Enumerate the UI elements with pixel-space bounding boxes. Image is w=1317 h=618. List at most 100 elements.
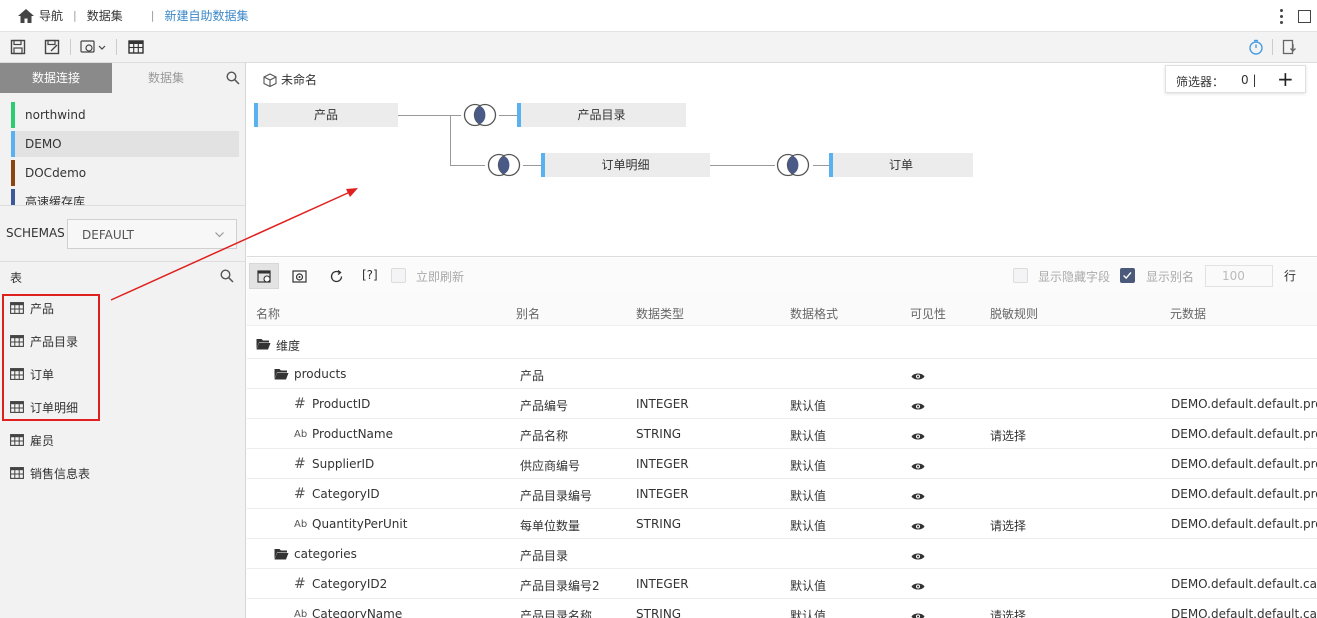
eye-icon[interactable] bbox=[911, 550, 925, 560]
search-icon[interactable] bbox=[226, 71, 240, 85]
breadcrumb-dataset[interactable]: 数据集 bbox=[87, 7, 123, 24]
field-masking[interactable]: 请选择 bbox=[990, 607, 1026, 618]
field-format[interactable]: 默认值 bbox=[790, 427, 826, 444]
field-metadata: DEMO.default.default.cat bbox=[1171, 577, 1317, 591]
field-row[interactable]: Ab QuantityPerUnit 每单位数量 STRING 默认值 请选择 DEMO.d… bbox=[247, 509, 1317, 539]
export-icon[interactable] bbox=[1282, 39, 1298, 55]
field-type: STRING bbox=[636, 427, 682, 441]
inner-join-icon[interactable] bbox=[486, 153, 522, 177]
more-menu-icon[interactable] bbox=[1274, 7, 1288, 25]
field-row[interactable]: # CategoryID 产品目录编号 INTEGER 默认值 DEMO.default.… bbox=[247, 479, 1317, 509]
field-format[interactable]: 默认值 bbox=[790, 397, 826, 414]
inner-join-icon[interactable] bbox=[462, 103, 498, 127]
field-alias[interactable]: 产品目录编号 bbox=[520, 487, 592, 504]
tab-data-connection[interactable]: 数据连接 bbox=[0, 63, 112, 93]
node-label: 订单 bbox=[888, 158, 913, 172]
field-type: STRING bbox=[636, 517, 682, 531]
field-alias[interactable]: 供应商编号 bbox=[520, 457, 580, 474]
field-format[interactable]: 默认值 bbox=[790, 607, 826, 618]
string-type-icon: Ab bbox=[294, 429, 308, 440]
join-node-order-details[interactable]: 订单明细 bbox=[541, 153, 710, 177]
field-edit-icon bbox=[256, 269, 271, 283]
eye-icon[interactable] bbox=[911, 580, 925, 590]
table-group-row[interactable]: products 产品 bbox=[247, 359, 1317, 389]
toolbar-divider bbox=[1272, 39, 1273, 55]
node-label: 产品 bbox=[313, 108, 338, 122]
connection-item[interactable]: northwind bbox=[11, 102, 239, 128]
table-icon bbox=[10, 434, 24, 446]
timer-icon[interactable] bbox=[1248, 39, 1264, 55]
field-masking[interactable]: 请选择 bbox=[990, 517, 1026, 534]
field-row[interactable]: Ab CategoryName 产品目录名称 STRING 默认值 请选择 DEMO.def… bbox=[247, 599, 1317, 618]
field-type: INTEGER bbox=[636, 577, 689, 591]
connection-item[interactable]: 高速缓存库 bbox=[11, 189, 239, 205]
field-alias[interactable]: 产品编号 bbox=[520, 397, 568, 414]
field-type: INTEGER bbox=[636, 487, 689, 501]
field-alias[interactable]: 产品目录名称 bbox=[520, 607, 592, 618]
connection-item[interactable]: DOCdemo bbox=[11, 160, 239, 186]
table-name: products bbox=[294, 367, 347, 381]
field-format[interactable]: 默认值 bbox=[790, 577, 826, 594]
settings-dropdown-icon[interactable] bbox=[80, 39, 108, 55]
window-maximize-icon[interactable] bbox=[1298, 9, 1311, 23]
show-alias-checkbox[interactable] bbox=[1120, 268, 1135, 283]
field-format[interactable]: 默认值 bbox=[790, 487, 826, 504]
field-edit-button[interactable] bbox=[249, 263, 279, 289]
eye-icon[interactable] bbox=[911, 490, 925, 500]
field-row[interactable]: # CategoryID2 产品目录编号2 INTEGER 默认值 DEMO.defaul… bbox=[247, 569, 1317, 599]
field-alias[interactable]: 产品目录 bbox=[520, 547, 568, 564]
field-type: INTEGER bbox=[636, 457, 689, 471]
home-link[interactable]: 导航 bbox=[18, 7, 63, 24]
field-row[interactable]: Ab ProductName 产品名称 STRING 默认值 请选择 DEMO.defaul… bbox=[247, 419, 1317, 449]
table-view-icon[interactable] bbox=[128, 39, 144, 55]
table-search-icon[interactable] bbox=[220, 269, 234, 283]
field-format[interactable]: 默认值 bbox=[790, 517, 826, 534]
eye-icon[interactable] bbox=[911, 400, 925, 410]
checkmark-icon bbox=[1123, 272, 1132, 280]
add-filter-button[interactable]: + bbox=[1277, 69, 1294, 89]
table-item[interactable]: 销售信息表 bbox=[10, 463, 90, 483]
field-alias[interactable]: 产品名称 bbox=[520, 427, 568, 444]
eye-icon[interactable] bbox=[911, 430, 925, 440]
join-line bbox=[710, 165, 775, 166]
save-as-icon[interactable] bbox=[44, 39, 60, 55]
join-node-orders[interactable]: 订单 bbox=[829, 153, 973, 177]
field-row[interactable]: # ProductID 产品编号 INTEGER 默认值 DEMO.default.def… bbox=[247, 389, 1317, 419]
eye-icon[interactable] bbox=[911, 370, 925, 380]
refresh-button[interactable] bbox=[321, 263, 351, 289]
schemas-select[interactable]: DEFAULT bbox=[67, 219, 237, 249]
field-format[interactable]: 默认值 bbox=[790, 457, 826, 474]
save-icon[interactable] bbox=[10, 39, 26, 55]
auto-refresh-checkbox[interactable] bbox=[391, 268, 406, 283]
preview-button[interactable] bbox=[284, 263, 314, 289]
eye-icon[interactable] bbox=[911, 460, 925, 470]
sql-button[interactable]: [?] bbox=[362, 268, 378, 282]
table-item[interactable]: 雇员 bbox=[10, 430, 54, 450]
home-icon bbox=[18, 8, 34, 23]
field-name: CategoryName bbox=[312, 607, 403, 618]
field-alias[interactable]: 每单位数量 bbox=[520, 517, 580, 534]
connection-item-selected[interactable]: DEMO bbox=[11, 131, 239, 157]
field-name: SupplierID bbox=[312, 457, 375, 471]
inner-join-icon[interactable] bbox=[775, 153, 811, 177]
join-node-categories[interactable]: 产品目录 bbox=[517, 103, 686, 127]
field-metadata: DEMO.default.default.pro bbox=[1171, 487, 1317, 501]
show-hidden-checkbox[interactable] bbox=[1013, 268, 1028, 283]
node-accent-bar bbox=[517, 103, 521, 127]
field-row[interactable]: # SupplierID 供应商编号 INTEGER 默认值 DEMO.default.d… bbox=[247, 449, 1317, 479]
eye-icon[interactable] bbox=[911, 520, 925, 530]
field-alias[interactable]: 产品 bbox=[520, 367, 544, 384]
row-count-input[interactable]: 100 bbox=[1205, 265, 1273, 287]
join-node-products[interactable]: 产品 bbox=[254, 103, 398, 127]
join-line bbox=[523, 165, 541, 166]
field-metadata: DEMO.default.default.cat bbox=[1171, 607, 1317, 618]
field-masking[interactable]: 请选择 bbox=[990, 427, 1026, 444]
field-alias[interactable]: 产品目录编号2 bbox=[520, 577, 600, 594]
tab-dataset[interactable]: 数据集 bbox=[112, 63, 220, 93]
dataset-title: 未命名 bbox=[263, 71, 317, 88]
eye-icon[interactable] bbox=[911, 610, 925, 618]
group-row-dimension[interactable]: 维度 bbox=[247, 329, 1317, 359]
string-type-icon: Ab bbox=[294, 519, 308, 530]
dataset-title-text[interactable]: 未命名 bbox=[281, 71, 317, 88]
table-group-row[interactable]: categories 产品目录 bbox=[247, 539, 1317, 569]
